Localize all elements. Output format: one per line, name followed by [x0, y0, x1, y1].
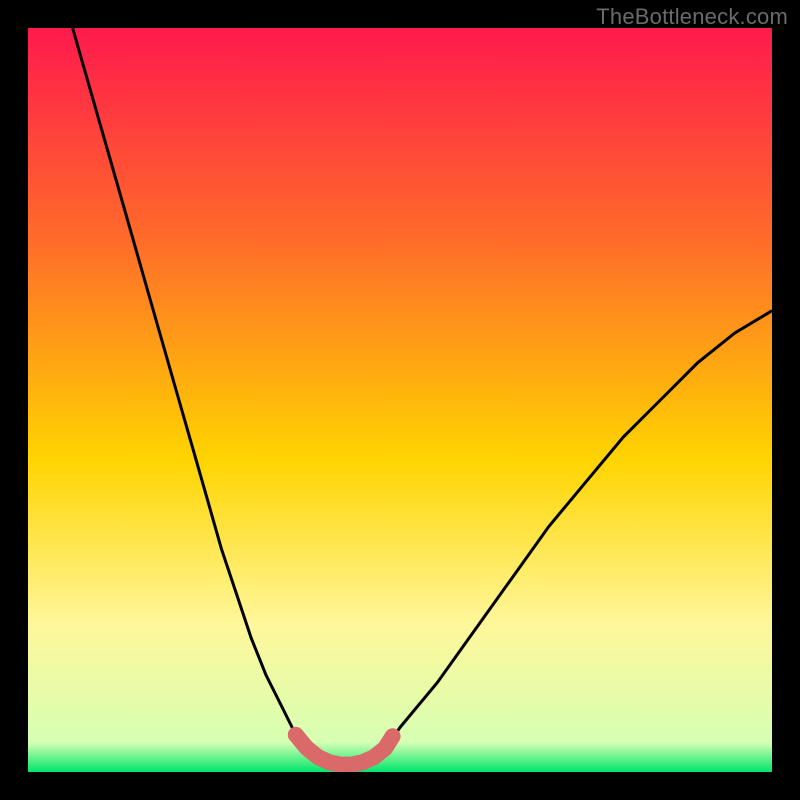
chart-frame: TheBottleneck.com [0, 0, 800, 800]
watermark-label: TheBottleneck.com [596, 4, 788, 30]
plot-area [28, 28, 772, 772]
bottleneck-chart [28, 28, 772, 772]
